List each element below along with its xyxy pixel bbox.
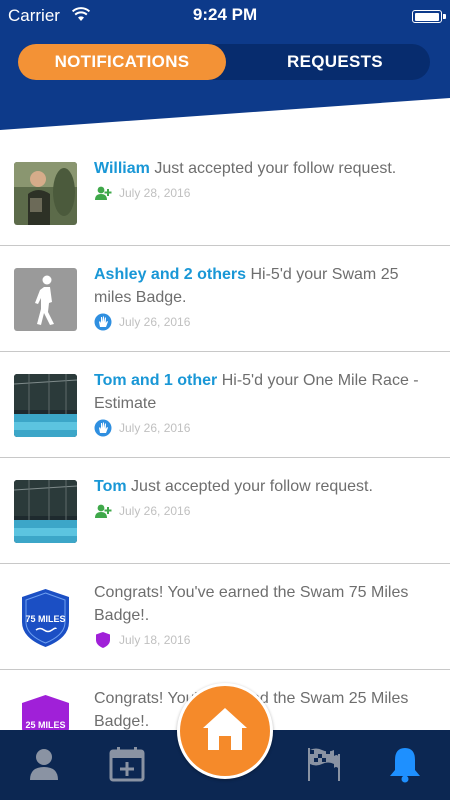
badge-75-miles[interactable]: 75 MILES <box>14 586 77 649</box>
add-user-icon <box>95 186 112 200</box>
hand-icon <box>94 313 112 331</box>
svg-text:25 MILES: 25 MILES <box>25 720 65 730</box>
profile-icon[interactable] <box>24 744 64 784</box>
user-name[interactable]: Tom and 1 other <box>94 372 217 389</box>
notification-text: Congrats! You've earned the Swam 75 Mile… <box>94 584 409 624</box>
home-icon <box>203 708 247 750</box>
user-name[interactable]: Ashley and 2 others <box>94 266 246 283</box>
header: Carrier 9:24 PM NOTIFICATIONS REQUESTS <box>0 0 450 130</box>
notification-item[interactable]: William Just accepted your follow reques… <box>0 140 450 246</box>
pool-photo <box>14 480 77 543</box>
avatar[interactable] <box>14 480 77 543</box>
flags-icon[interactable] <box>304 744 344 784</box>
avatar[interactable] <box>14 162 77 225</box>
notification-text: Tom and 1 other Hi-5'd your One Mile Rac… <box>94 372 419 412</box>
notification-text: Tom Just accepted your follow request. <box>94 478 373 495</box>
user-name[interactable]: Tom <box>94 478 127 495</box>
bell-icon[interactable] <box>385 744 425 784</box>
notification-item[interactable]: 75 MILES Congrats! You've earned the Swa… <box>0 564 450 670</box>
hand-icon <box>94 419 112 437</box>
notification-text: William Just accepted your follow reques… <box>94 160 397 177</box>
notification-date: July 28, 2016 <box>119 186 191 200</box>
calendar-add-icon[interactable] <box>107 744 147 784</box>
notification-item[interactable]: Tom and 1 other Hi-5'd your One Mile Rac… <box>0 352 450 458</box>
walking-person-icon <box>14 268 77 331</box>
notification-item[interactable]: Ashley and 2 others Hi-5'd your Swam 25 … <box>0 246 450 352</box>
add-user-icon <box>95 504 112 518</box>
user-name[interactable]: William <box>94 160 150 177</box>
tab-notifications[interactable]: NOTIFICATIONS <box>18 44 226 80</box>
status-bar: Carrier 9:24 PM <box>0 0 450 32</box>
notification-date: July 18, 2016 <box>119 633 191 647</box>
notification-date: July 26, 2016 <box>119 421 191 435</box>
tab-switcher: NOTIFICATIONS REQUESTS <box>18 44 430 80</box>
battery-icon <box>412 10 446 23</box>
notification-list: William Just accepted your follow reques… <box>0 140 450 776</box>
tab-requests[interactable]: REQUESTS <box>240 44 430 80</box>
home-button[interactable] <box>177 683 273 779</box>
notification-item[interactable]: Tom Just accepted your follow request. J… <box>0 458 450 564</box>
avatar[interactable] <box>14 374 77 437</box>
svg-text:75 MILES: 75 MILES <box>25 614 65 624</box>
notification-date: July 26, 2016 <box>119 504 191 518</box>
badge-shield-icon <box>96 632 110 648</box>
notification-text: Ashley and 2 others Hi-5'd your Swam 25 … <box>94 266 399 306</box>
avatar-placeholder[interactable] <box>14 268 77 331</box>
pool-photo <box>14 374 77 437</box>
clock: 9:24 PM <box>192 5 258 24</box>
notification-date: July 26, 2016 <box>119 315 191 329</box>
